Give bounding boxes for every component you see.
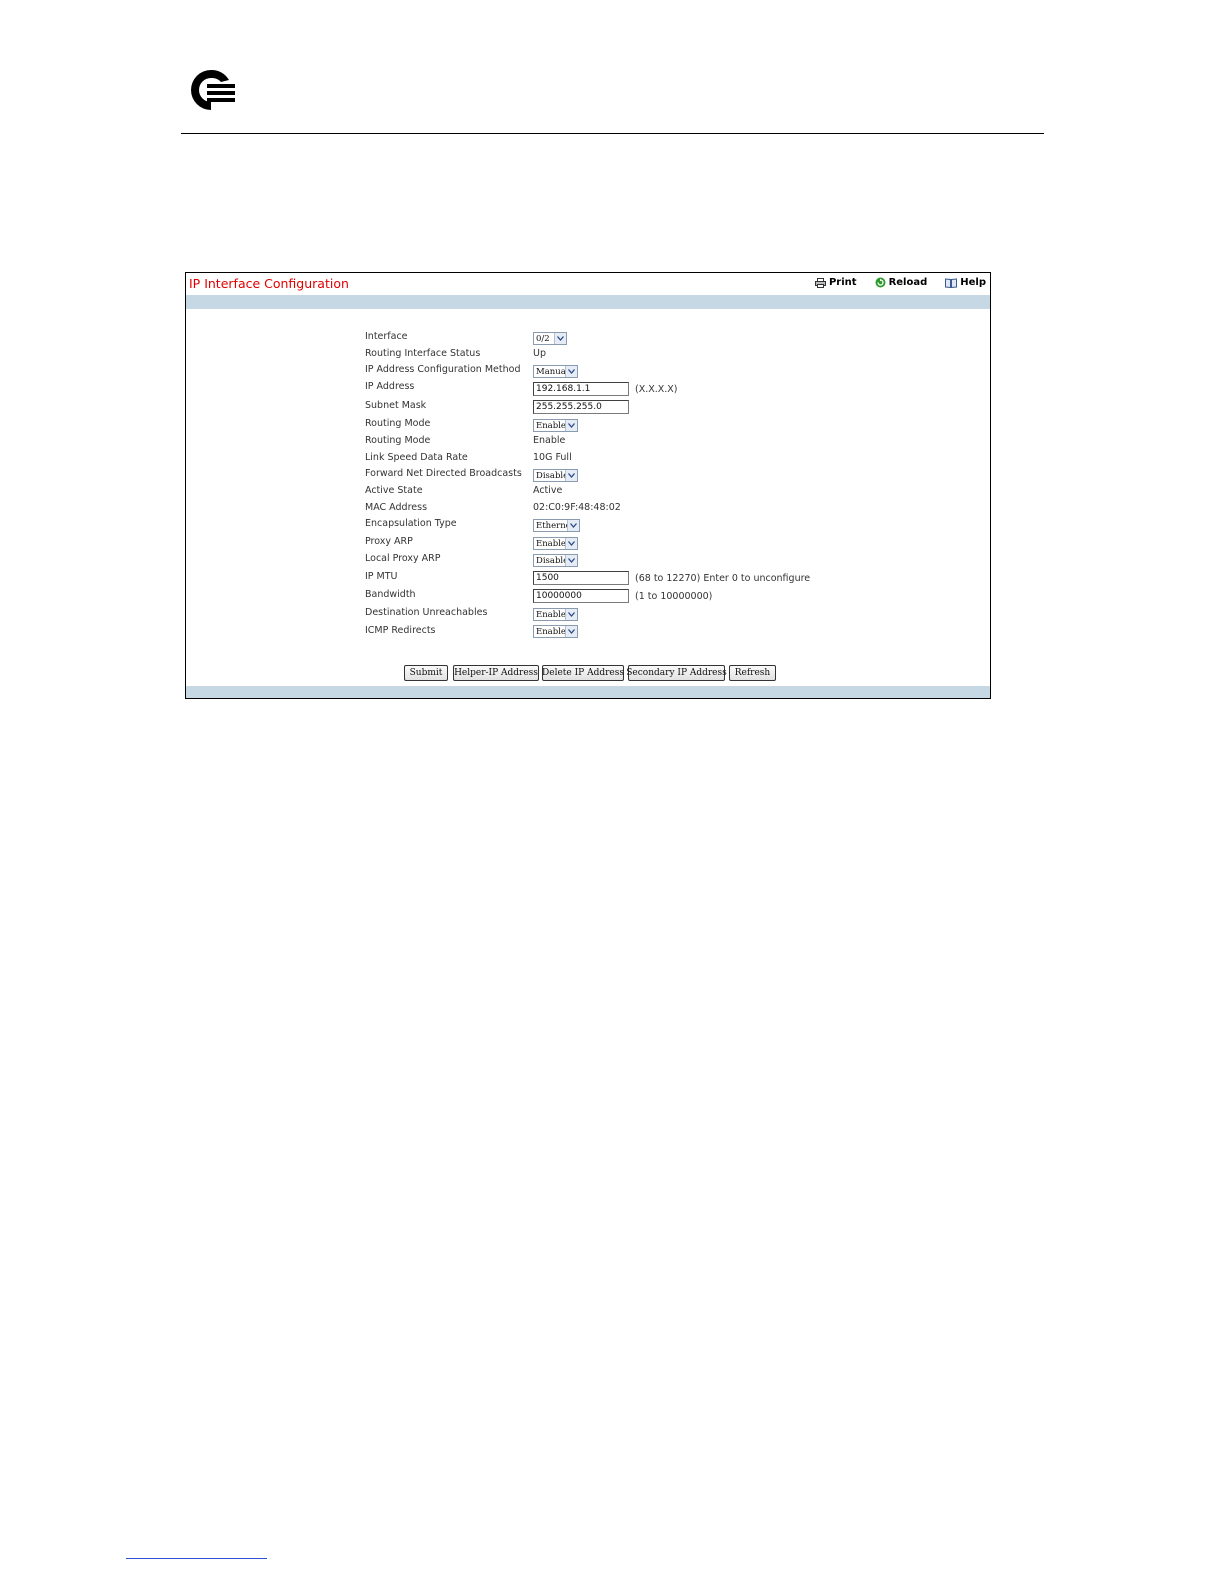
page-title: IP Interface Configuration	[189, 276, 349, 291]
encapsulation-label: Encapsulation Type	[365, 518, 457, 529]
help-button[interactable]: Help	[945, 277, 986, 288]
ip-mtu-hint: (68 to 12270) Enter 0 to unconfigure	[635, 573, 811, 584]
chevron-down-icon	[565, 366, 577, 377]
interface-select-value: 0/2	[536, 333, 550, 344]
secondary-ip-address-button[interactable]: Secondary IP Address	[626, 665, 727, 681]
proxy-arp-select-value: Enable	[536, 538, 565, 549]
ip-config-method-select-value: Manual	[536, 366, 565, 377]
icmp-redirects-select[interactable]: Enable	[533, 625, 578, 638]
ip-mtu-label: IP MTU	[365, 571, 398, 582]
mac-address-value: 02:C0:9F:48:48:02	[533, 502, 621, 513]
fwd-net-directed-label: Forward Net Directed Broadcasts	[365, 468, 522, 479]
reload-button[interactable]: Reload	[875, 277, 928, 288]
print-label: Print	[828, 277, 857, 288]
link-speed-value: 10G Full	[533, 452, 572, 463]
footer-link-underline	[126, 1558, 267, 1559]
routing-interface-status-label: Routing Interface Status	[365, 348, 481, 359]
submit-button[interactable]: Submit	[404, 665, 448, 681]
active-state-value: Active	[533, 485, 563, 496]
printer-icon	[814, 277, 826, 288]
link-speed-label: Link Speed Data Rate	[365, 452, 468, 463]
helper-ip-address-button[interactable]: Helper-IP Address	[453, 665, 539, 681]
encapsulation-select-value: Ethernet	[536, 520, 567, 531]
chevron-down-icon	[565, 626, 577, 637]
icmp-redirects-label: ICMP Redirects	[365, 625, 436, 636]
help-book-icon	[945, 277, 958, 288]
chevron-down-icon	[565, 470, 577, 481]
routing-mode-select-label: Routing Mode	[365, 418, 431, 429]
company-logo-icon	[191, 69, 235, 110]
delete-ip-address-button[interactable]: Delete IP Address	[542, 665, 624, 681]
dest-unreachables-select-value: Enable	[536, 609, 565, 620]
ip-interface-config-panel: IP Interface Configuration Print Reload	[185, 272, 991, 699]
routing-mode-status-label: Routing Mode	[365, 435, 431, 446]
footer-band	[186, 686, 990, 698]
ip-address-input[interactable]	[533, 382, 629, 396]
mac-address-label: MAC Address	[365, 502, 428, 513]
dest-unreachables-select[interactable]: Enable	[533, 608, 578, 621]
help-label: Help	[960, 277, 986, 288]
reload-label: Reload	[888, 277, 928, 288]
ip-config-method-select[interactable]: Manual	[533, 365, 578, 378]
local-proxy-arp-select-value: Disable	[536, 555, 565, 566]
ip-mtu-input[interactable]	[533, 571, 629, 585]
interface-select[interactable]: 0/2	[533, 332, 567, 345]
encapsulation-select[interactable]: Ethernet	[533, 519, 580, 532]
bandwidth-hint: (1 to 10000000)	[635, 591, 713, 602]
bandwidth-input[interactable]	[533, 589, 629, 603]
ip-address-label: IP Address	[365, 381, 415, 392]
bandwidth-label: Bandwidth	[365, 589, 416, 600]
subnet-mask-input[interactable]	[533, 400, 629, 414]
dest-unreachables-label: Destination Unreachables	[365, 607, 488, 618]
local-proxy-arp-label: Local Proxy ARP	[365, 553, 441, 564]
chevron-down-icon	[565, 555, 577, 566]
routing-mode-select-value: Enable	[536, 420, 565, 431]
chevron-down-icon	[565, 609, 577, 620]
routing-mode-status-value: Enable	[533, 435, 566, 446]
chevron-down-icon	[554, 333, 566, 344]
chevron-down-icon	[567, 520, 579, 531]
proxy-arp-label: Proxy ARP	[365, 536, 413, 547]
subnet-mask-label: Subnet Mask	[365, 400, 427, 411]
reload-icon	[875, 277, 886, 288]
chevron-down-icon	[565, 538, 577, 549]
routing-interface-status-value: Up	[533, 348, 546, 359]
ip-config-method-label: IP Address Configuration Method	[365, 364, 521, 375]
refresh-button[interactable]: Refresh	[729, 665, 776, 681]
print-button[interactable]: Print	[814, 277, 857, 288]
toolbar: Print Reload Help	[797, 277, 986, 288]
chevron-down-icon	[565, 420, 577, 431]
interface-label: Interface	[365, 331, 408, 342]
local-proxy-arp-select[interactable]: Disable	[533, 554, 578, 567]
header-band	[186, 295, 990, 309]
header-divider	[181, 133, 1044, 134]
active-state-label: Active State	[365, 485, 423, 496]
proxy-arp-select[interactable]: Enable	[533, 537, 578, 550]
fwd-net-directed-select[interactable]: Disable	[533, 469, 578, 482]
ip-address-hint: (X.X.X.X)	[635, 384, 678, 395]
routing-mode-select[interactable]: Enable	[533, 419, 578, 432]
fwd-net-directed-select-value: Disable	[536, 470, 565, 481]
icmp-redirects-select-value: Enable	[536, 626, 565, 637]
